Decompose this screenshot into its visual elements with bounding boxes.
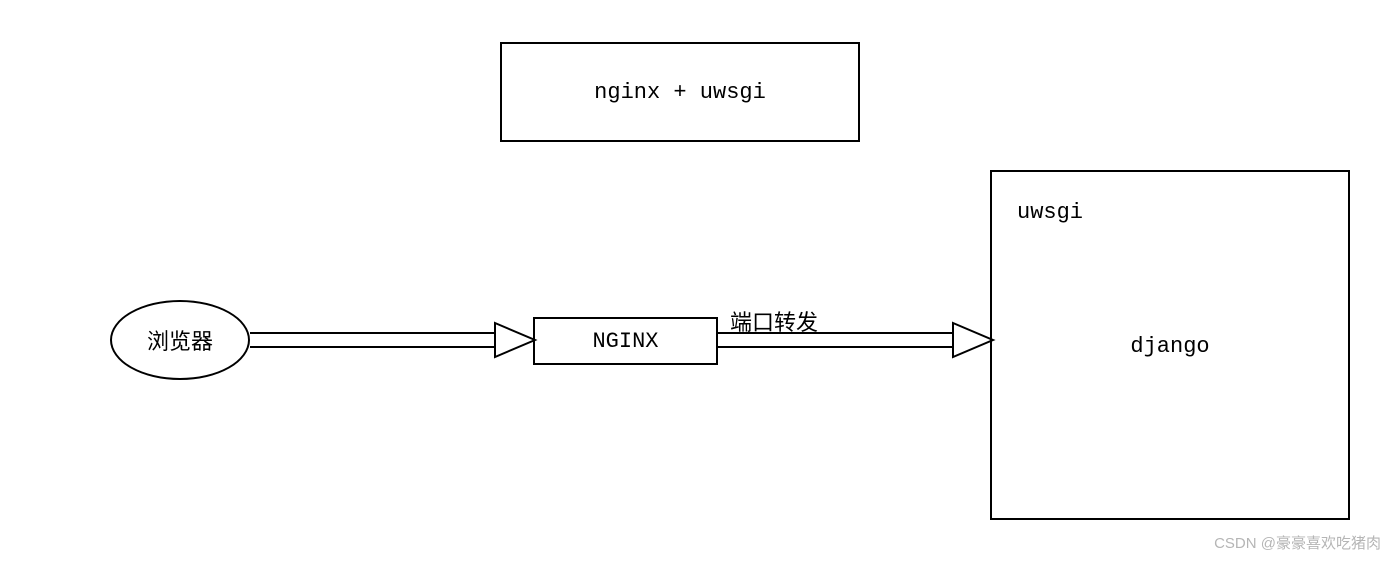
browser-node: 浏览器 <box>110 300 250 380</box>
uwsgi-label: uwsgi <box>1017 200 1083 225</box>
browser-label: 浏览器 <box>147 324 213 356</box>
django-label: django <box>992 334 1348 359</box>
title-text: nginx + uwsgi <box>594 80 766 105</box>
server-node: uwsgi django <box>990 170 1350 520</box>
nginx-node: NGINX <box>533 317 718 365</box>
watermark-text: CSDN @豪豪喜欢吃猪肉 <box>1214 532 1381 553</box>
arrow-browser-to-nginx <box>250 320 540 360</box>
title-box: nginx + uwsgi <box>500 42 860 142</box>
port-forward-label: 端口转发 <box>730 305 818 337</box>
nginx-label: NGINX <box>592 329 658 354</box>
